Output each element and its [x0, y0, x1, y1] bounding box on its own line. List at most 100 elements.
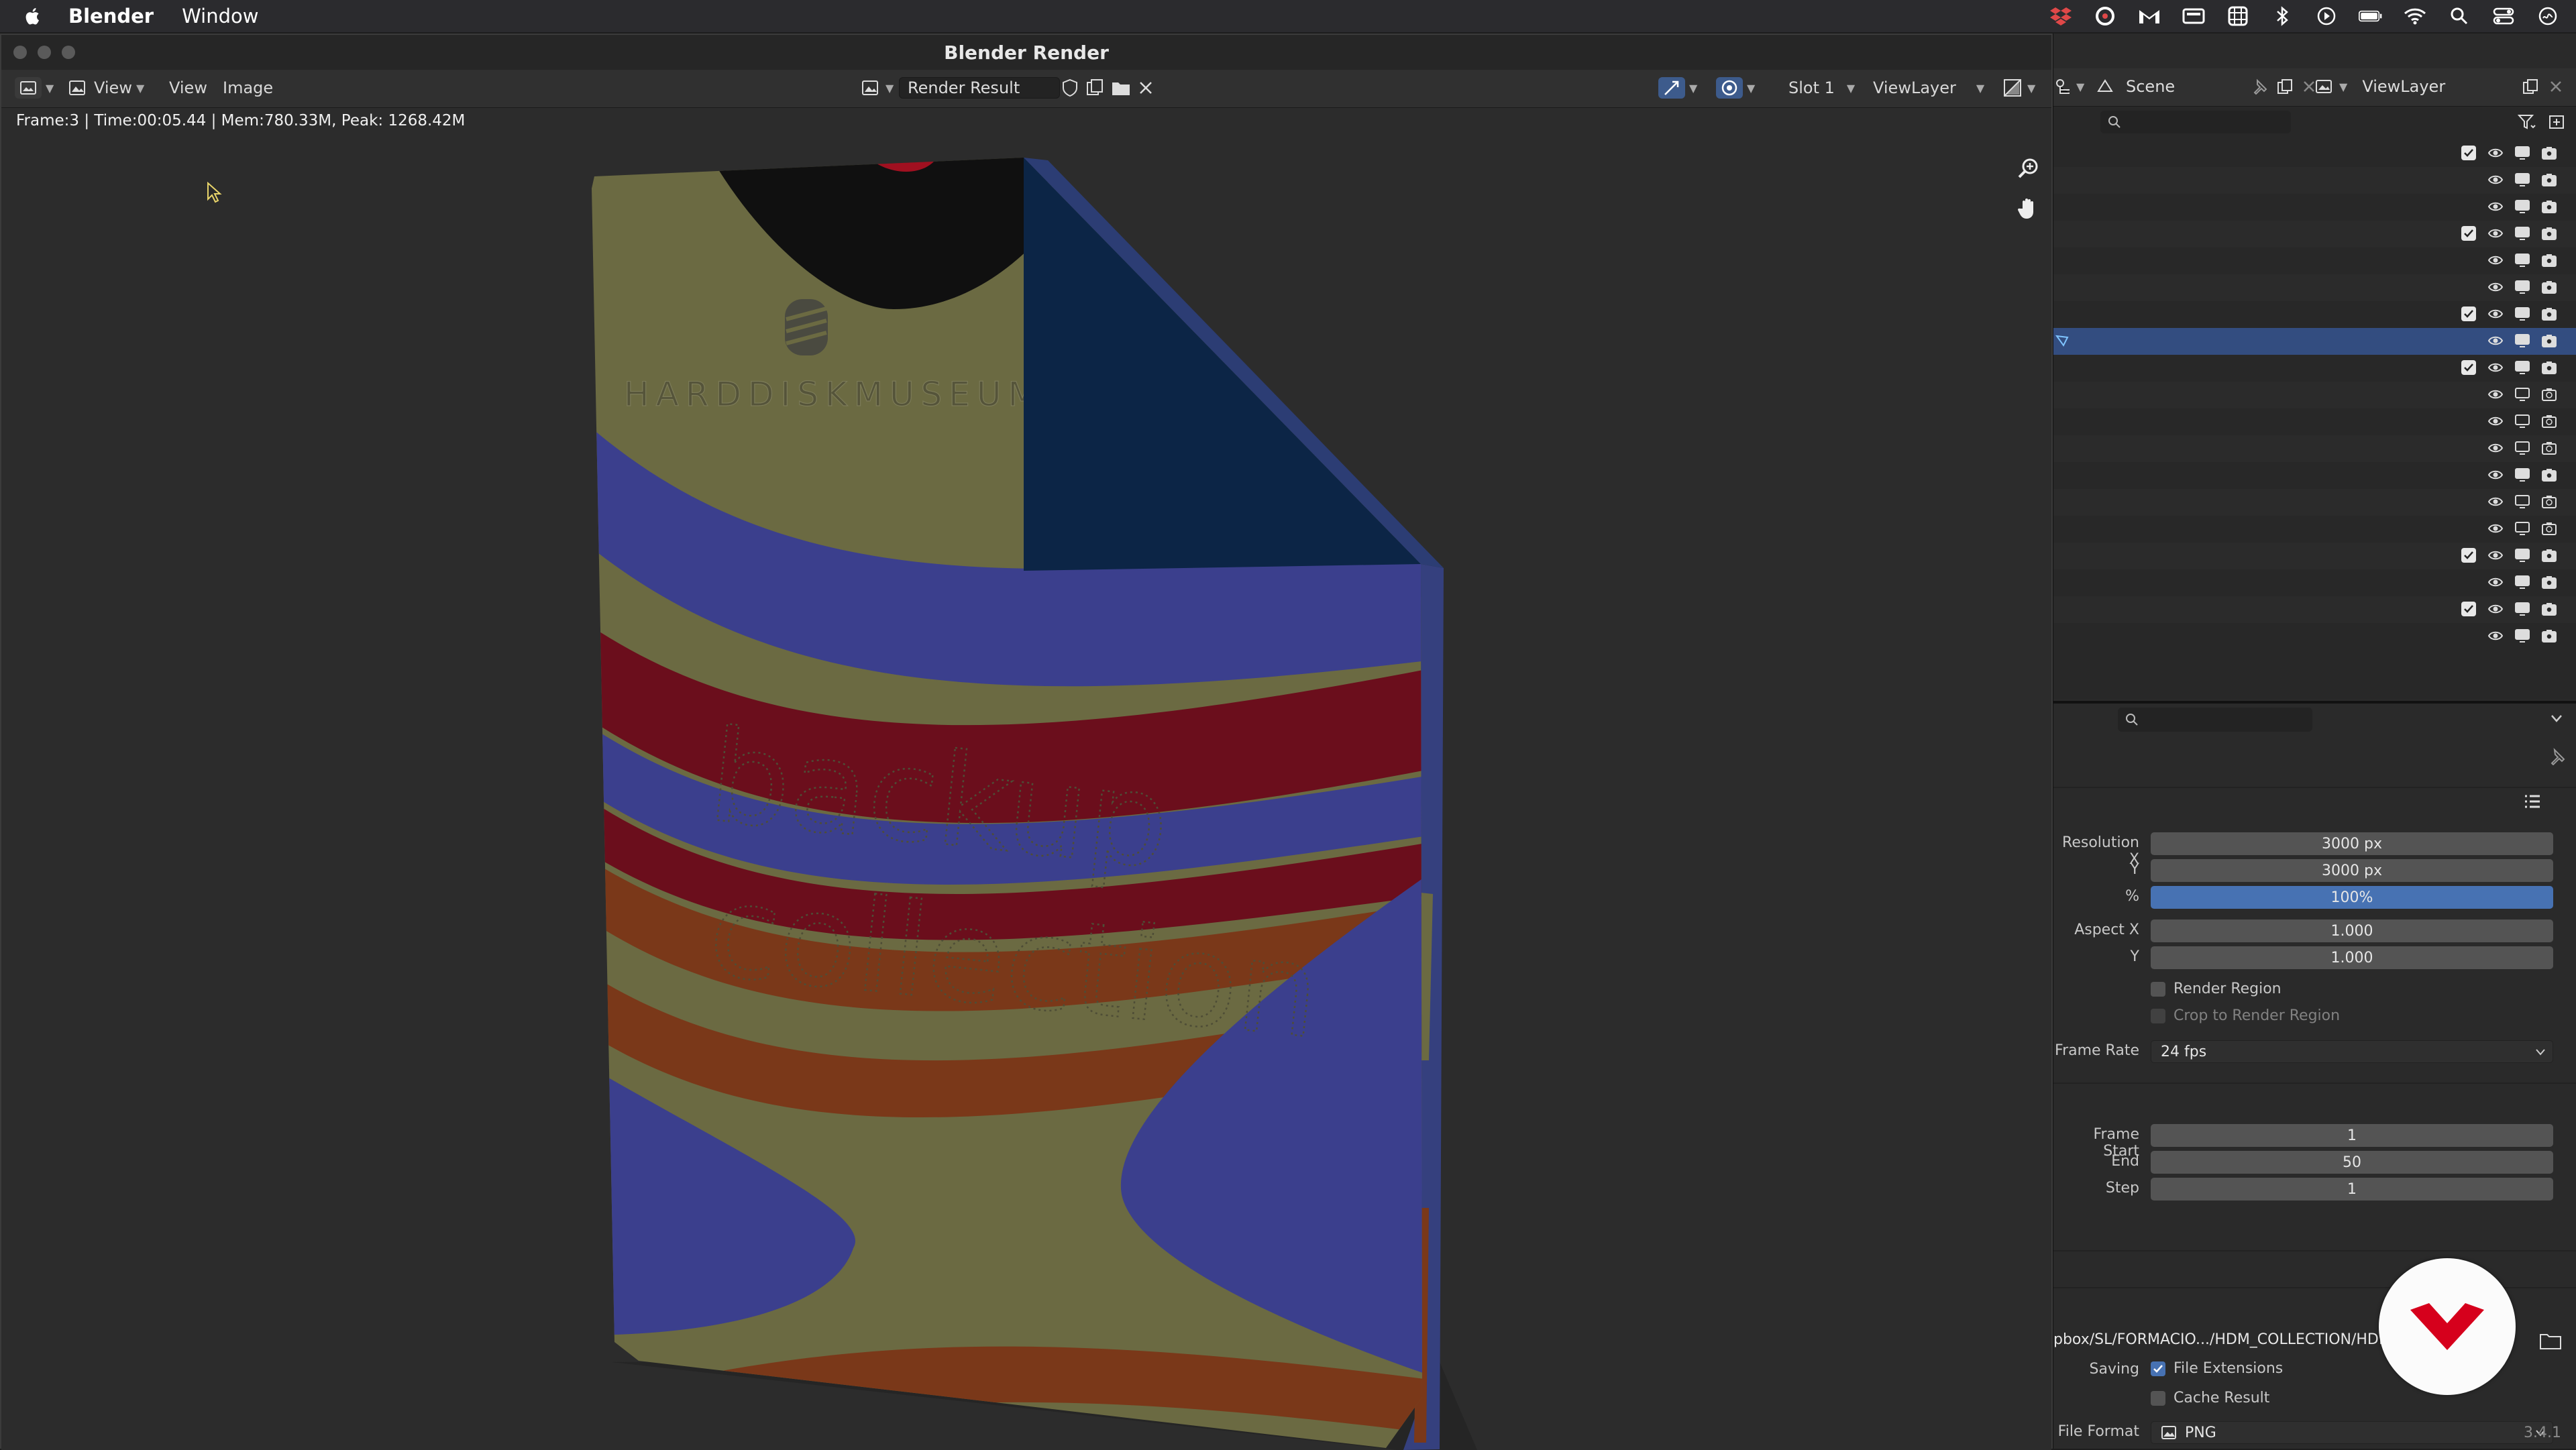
viewport-monitor-icon[interactable]: [2514, 627, 2531, 645]
image-name-value[interactable]: Render Result: [899, 77, 1060, 99]
render-camera-icon[interactable]: [2540, 305, 2558, 323]
render-camera-icon[interactable]: [2540, 520, 2558, 537]
frame-step-field[interactable]: 1: [2151, 1178, 2553, 1201]
view-layer-name[interactable]: ViewLayer: [2354, 76, 2522, 97]
new-collection-icon[interactable]: [2547, 113, 2566, 131]
viewport-monitor-icon[interactable]: [2514, 466, 2531, 484]
render-camera-icon[interactable]: [2540, 198, 2558, 215]
visibility-eye-icon[interactable]: [2487, 493, 2504, 510]
apple-logo-icon[interactable]: [25, 6, 42, 26]
file-format-dropdown[interactable]: PNG: [2151, 1421, 2553, 1444]
render-camera-icon[interactable]: [2540, 466, 2558, 484]
render-camera-icon[interactable]: [2540, 600, 2558, 618]
play-icon[interactable]: [2314, 5, 2339, 27]
viewport-monitor-icon[interactable]: [2514, 171, 2531, 188]
viewport-monitor-icon[interactable]: [2514, 600, 2531, 618]
menu-image[interactable]: Image: [223, 76, 273, 99]
viewport-monitor-icon[interactable]: [2514, 386, 2531, 403]
render-layer-selector[interactable]: ViewLayer ▼: [1873, 76, 1984, 99]
outliner-row[interactable]: [2053, 247, 2576, 274]
render-camera-icon[interactable]: [2540, 252, 2558, 269]
outliner-row[interactable]: [2053, 596, 2576, 623]
outliner-row[interactable]: [2053, 569, 2576, 596]
visibility-eye-icon[interactable]: [2487, 520, 2504, 537]
search-icon[interactable]: [2447, 5, 2471, 27]
render-camera-icon[interactable]: [2540, 144, 2558, 162]
outliner-row[interactable]: [2053, 140, 2576, 167]
view-layer-selector[interactable]: ▼ ViewLayer: [2315, 75, 2563, 98]
frame-start-field[interactable]: 1: [2151, 1124, 2553, 1147]
list-presets-icon[interactable]: [2523, 793, 2542, 811]
visibility-eye-icon[interactable]: [2487, 278, 2504, 296]
scene-name[interactable]: Scene: [2118, 76, 2252, 97]
visibility-eye-icon[interactable]: [2487, 439, 2504, 457]
new-image-icon[interactable]: [1085, 78, 1104, 97]
display-channels-selector[interactable]: ▼: [2003, 76, 2035, 99]
wifi-icon[interactable]: [2403, 5, 2427, 27]
resolution-y-field[interactable]: 3000 px: [2151, 859, 2553, 882]
viewport-monitor-icon[interactable]: [2514, 252, 2531, 269]
exclude-checkbox[interactable]: [2460, 547, 2477, 564]
viewport-monitor-icon[interactable]: [2514, 225, 2531, 242]
siri-icon[interactable]: [2536, 5, 2560, 27]
image-name-field[interactable]: Render Result: [899, 76, 1060, 99]
outliner-row[interactable]: [2053, 355, 2576, 382]
aspect-y-field[interactable]: 1.000: [2151, 946, 2553, 969]
resolution-x-field[interactable]: 3000 px: [2151, 832, 2553, 855]
visibility-eye-icon[interactable]: [2487, 412, 2504, 430]
render-result-viewport[interactable]: HARDDISKMUSEUM backup collection Frame:3…: [1, 108, 2051, 1450]
viewport-monitor-icon[interactable]: [2514, 412, 2531, 430]
close-icon[interactable]: [1138, 80, 1154, 96]
control-center-icon[interactable]: [2491, 5, 2516, 27]
grid-icon[interactable]: [2226, 5, 2250, 27]
exclude-checkbox[interactable]: [2460, 305, 2477, 323]
render-camera-icon[interactable]: [2540, 386, 2558, 403]
scene-selector[interactable]: Scene: [2096, 75, 2316, 98]
pin-icon[interactable]: [2548, 748, 2566, 765]
creative-cloud-icon[interactable]: [2093, 5, 2117, 27]
frame-end-field[interactable]: 50: [2151, 1151, 2553, 1174]
new-view-layer-icon[interactable]: [2522, 78, 2539, 95]
editor-type-selector[interactable]: ▼: [15, 76, 54, 99]
viewport-monitor-icon[interactable]: [2514, 493, 2531, 510]
viewport-monitor-icon[interactable]: [2514, 520, 2531, 537]
render-camera-icon[interactable]: [2540, 627, 2558, 645]
viewport-monitor-icon[interactable]: [2514, 198, 2531, 215]
exclude-checkbox[interactable]: [2460, 225, 2477, 242]
render-camera-icon[interactable]: [2540, 225, 2558, 242]
viewport-monitor-icon[interactable]: [2514, 332, 2531, 349]
visibility-eye-icon[interactable]: [2487, 252, 2504, 269]
drive-icon[interactable]: [2182, 5, 2206, 27]
dropbox-icon[interactable]: [2049, 5, 2073, 27]
visibility-eye-icon[interactable]: [2487, 144, 2504, 162]
outliner-row[interactable]: [2053, 516, 2576, 543]
gmail-icon[interactable]: [2137, 5, 2161, 27]
viewport-monitor-icon[interactable]: [2514, 359, 2531, 376]
view-mode-selector[interactable]: View ▼: [68, 76, 144, 99]
viewport-monitor-icon[interactable]: [2514, 144, 2531, 162]
render-region-checkbox[interactable]: Render Region: [2151, 981, 2282, 997]
outliner-row[interactable]: [2053, 435, 2576, 462]
file-extensions-checkbox[interactable]: File Extensions: [2151, 1360, 2283, 1377]
delete-view-layer-icon[interactable]: [2548, 79, 2563, 94]
render-camera-icon[interactable]: [2540, 332, 2558, 349]
viewport-monitor-icon[interactable]: [2514, 305, 2531, 323]
outliner-row[interactable]: [2053, 221, 2576, 247]
visibility-eye-icon[interactable]: [2487, 359, 2504, 376]
visibility-eye-icon[interactable]: [2487, 627, 2504, 645]
bluetooth-icon[interactable]: [2270, 5, 2294, 27]
gizmo-toggle[interactable]: ▼: [1658, 76, 1697, 99]
outliner-row[interactable]: [2053, 167, 2576, 194]
outliner-row[interactable]: [2053, 382, 2576, 408]
outliner-row[interactable]: [2053, 274, 2576, 301]
render-camera-icon[interactable]: [2540, 359, 2558, 376]
menu-view[interactable]: View: [169, 76, 207, 99]
new-scene-icon[interactable]: [2276, 78, 2294, 95]
outliner-row[interactable]: [2053, 462, 2576, 489]
crop-region-checkbox[interactable]: Crop to Render Region: [2151, 1007, 2340, 1024]
viewport-monitor-icon[interactable]: [2514, 278, 2531, 296]
delete-scene-icon[interactable]: [2302, 79, 2316, 94]
resolution-percent-field[interactable]: 100%: [2151, 886, 2553, 909]
pin-icon[interactable]: [2252, 78, 2268, 95]
cache-result-checkbox[interactable]: Cache Result: [2151, 1390, 2269, 1406]
